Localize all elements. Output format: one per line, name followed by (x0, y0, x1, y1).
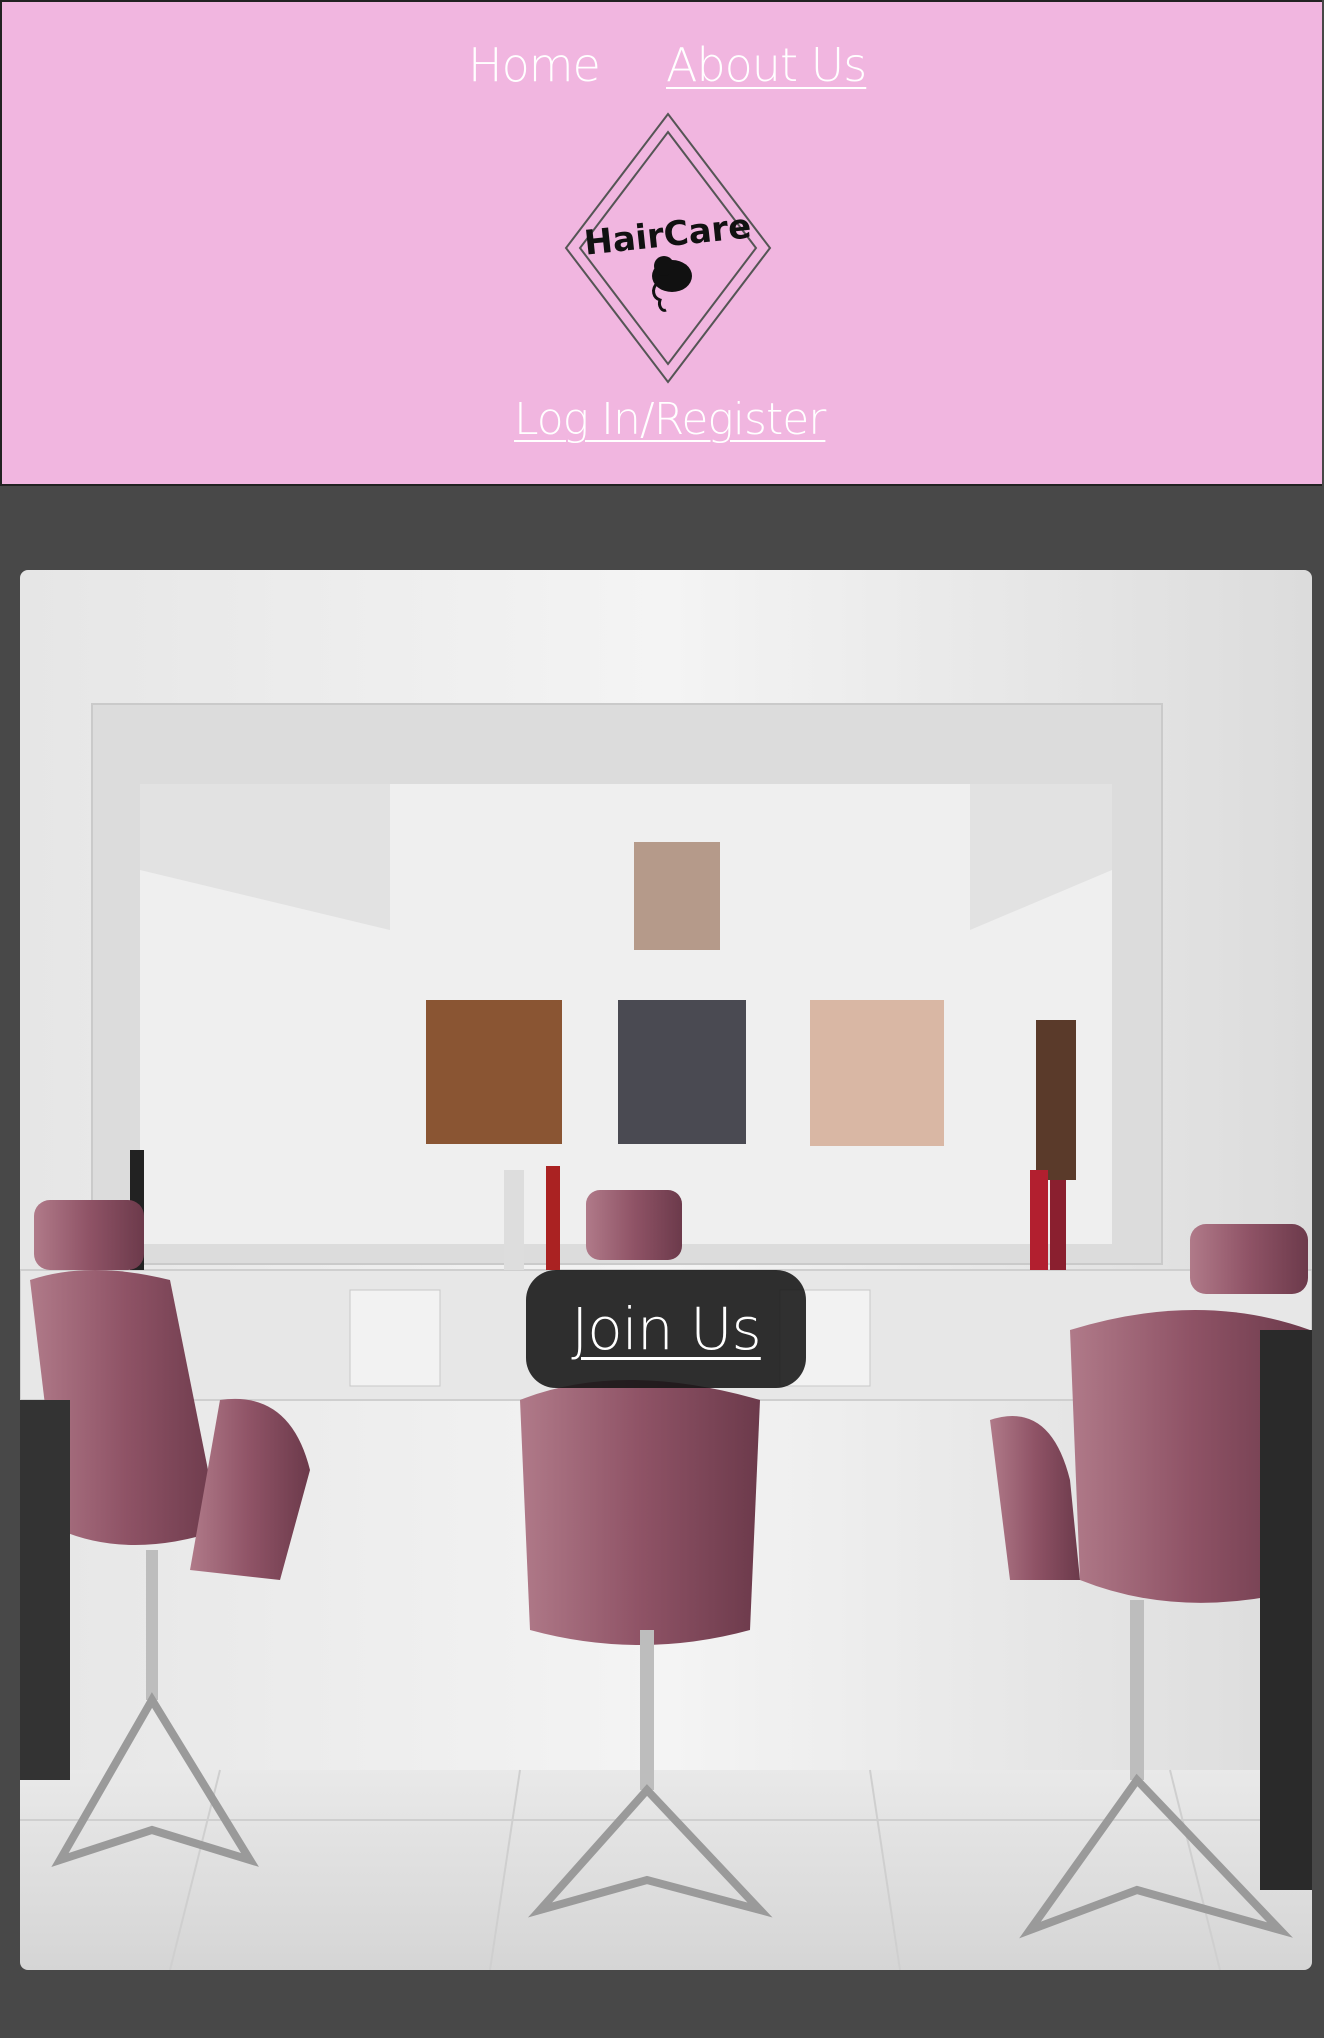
haircare-logo[interactable]: HairCare (562, 110, 774, 386)
nav-home-link[interactable]: Home (468, 38, 601, 92)
svg-text:HairCare: HairCare (582, 206, 753, 263)
woman-profile-icon (652, 256, 692, 312)
site-header: Home About Us HairCare Log In/Register (0, 0, 1322, 486)
nav-about-link[interactable]: About Us (666, 38, 867, 92)
login-register-link[interactable]: Log In/Register (514, 394, 826, 445)
join-us-button[interactable]: Join Us (526, 1270, 806, 1388)
